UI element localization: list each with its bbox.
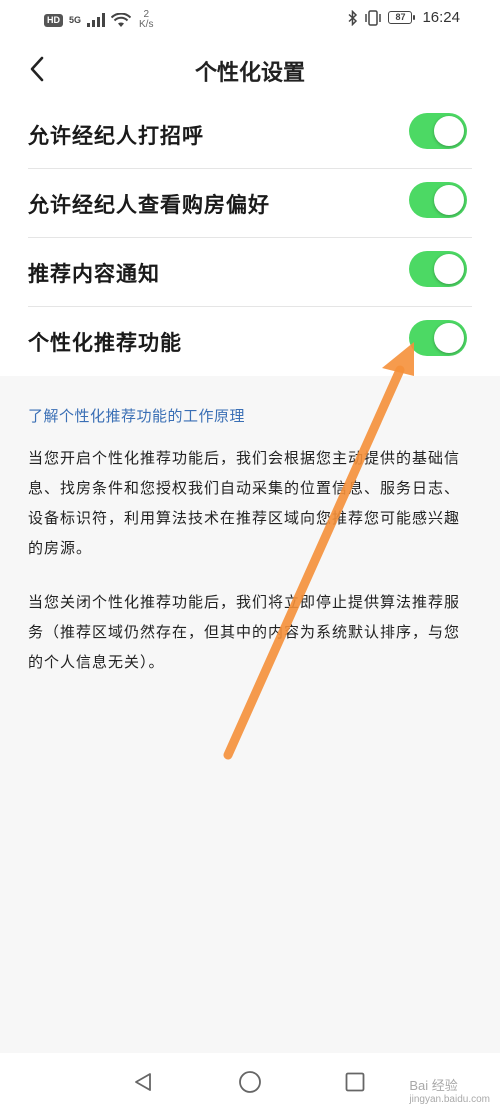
toggle-content-notify[interactable]: [409, 251, 467, 287]
toggle-personalized-recommend[interactable]: [409, 320, 467, 356]
header: 个性化设置: [0, 38, 500, 100]
speed-unit: K/s: [139, 19, 154, 30]
watermark-text: Bai 经验: [409, 1078, 458, 1093]
nav-recents-button[interactable]: [342, 1069, 368, 1095]
toggle-knob: [434, 323, 464, 353]
toggle-knob: [434, 116, 464, 146]
setting-label: 允许经纪人查看购房偏好: [28, 193, 270, 217]
setting-label: 允许经纪人打招呼: [28, 124, 204, 148]
wifi-icon: [111, 12, 132, 27]
toggle-knob: [434, 185, 464, 215]
status-left: HD 5G 2 K/s: [44, 10, 153, 30]
navigation-bar: Bai 经验 jingyan.baidu.com: [0, 1053, 500, 1111]
network-speed: 2 K/s: [139, 10, 153, 30]
status-right: 87 16:24: [348, 9, 460, 26]
back-triangle-icon: [135, 1073, 151, 1091]
how-it-works-link[interactable]: 了解个性化推荐功能的工作原理: [28, 405, 245, 426]
setting-row-personalized-recommend: 个性化推荐功能: [0, 307, 500, 376]
page-title: 个性化设置: [194, 61, 305, 86]
settings-list: 允许经纪人打招呼 允许经纪人查看购房偏好 推荐内容通知 个性化推荐功能: [0, 100, 500, 376]
setting-label: 推荐内容通知: [28, 262, 160, 286]
hd-badge: HD: [44, 13, 63, 27]
bluetooth-icon: [348, 9, 358, 26]
toggle-broker-greeting[interactable]: [409, 113, 467, 149]
toggle-broker-preferences[interactable]: [409, 182, 467, 218]
info-paragraph-off: 当您关闭个性化推荐功能后，我们将立即停止提供算法推荐服务（推荐区域仍然存在，但其…: [28, 593, 461, 671]
recents-square-icon: [345, 1072, 365, 1092]
watermark: Bai 经验 jingyan.baidu.com: [409, 1075, 490, 1105]
nav-home-button[interactable]: [237, 1069, 263, 1095]
nav-back-button[interactable]: [130, 1069, 156, 1095]
clock: 16:24: [422, 9, 460, 26]
vibrate-icon: [365, 9, 382, 26]
setting-label: 个性化推荐功能: [28, 331, 182, 355]
info-paragraph-on: 当您开启个性化推荐功能后，我们会根据您主动提供的基础信息、找房条件和您授权我们自…: [28, 449, 461, 557]
battery-icon: 87: [388, 11, 416, 24]
status-bar: HD 5G 2 K/s 87 16:24: [0, 0, 500, 38]
setting-row-broker-preferences: 允许经纪人查看购房偏好: [0, 169, 500, 238]
setting-row-broker-greeting: 允许经纪人打招呼: [0, 100, 500, 169]
watermark-sub: jingyan.baidu.com: [409, 1094, 490, 1105]
network-type: 5G: [69, 14, 82, 25]
info-section: 了解个性化推荐功能的工作原理 当您开启个性化推荐功能后，我们会根据您主动提供的基…: [0, 377, 500, 1053]
setting-row-content-notify: 推荐内容通知: [0, 238, 500, 307]
signal-icon: [87, 13, 106, 27]
toggle-knob: [434, 254, 464, 284]
home-circle-icon: [239, 1071, 261, 1093]
